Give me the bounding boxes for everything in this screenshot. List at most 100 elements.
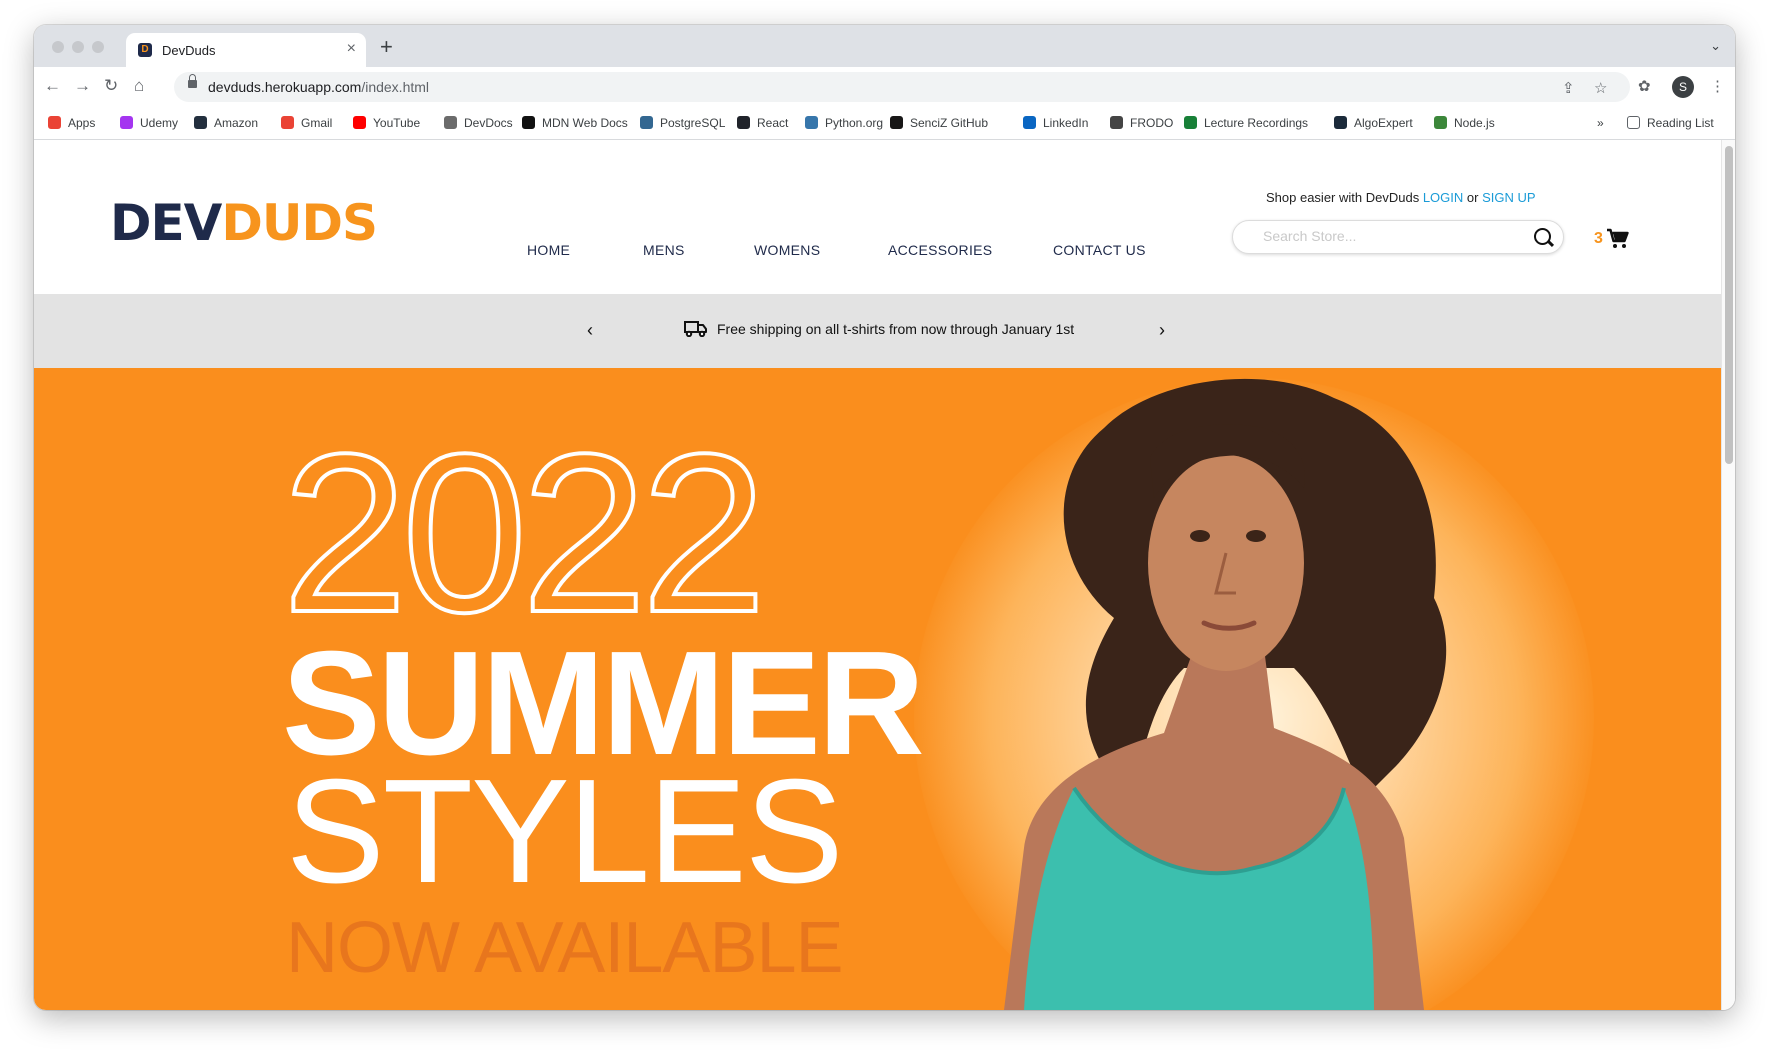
close-window-button[interactable] bbox=[52, 41, 64, 53]
truck-icon bbox=[684, 321, 707, 337]
minimize-window-button[interactable] bbox=[72, 41, 84, 53]
maximize-window-button[interactable] bbox=[92, 41, 104, 53]
url-host: devduds.herokuapp.com bbox=[208, 79, 362, 95]
bookmark-favicon-icon bbox=[1434, 116, 1447, 129]
bookmark-label: Udemy bbox=[140, 116, 179, 130]
bookmark-favicon-icon bbox=[281, 116, 294, 129]
hero-now-available: NOW AVAILABLE bbox=[286, 908, 844, 988]
promo-banner: ‹ Free shipping on all t-shirts from now… bbox=[34, 294, 1721, 368]
kebab-menu-icon[interactable]: ⋮ bbox=[1710, 77, 1725, 95]
bookmark-favicon-icon bbox=[522, 116, 535, 129]
bookmark-favicon-icon bbox=[1184, 116, 1197, 129]
reload-icon[interactable]: ↻ bbox=[104, 76, 118, 96]
logo-duds-text: DUDS bbox=[221, 194, 378, 252]
bookmark-item[interactable]: Node.js bbox=[1434, 116, 1495, 130]
signup-link[interactable]: SIGN UP bbox=[1482, 190, 1535, 205]
banner-prev-arrow-icon[interactable]: ‹ bbox=[587, 320, 593, 341]
reading-list-button[interactable]: Reading List bbox=[1627, 116, 1714, 130]
bookmark-item[interactable]: DevDocs bbox=[444, 116, 513, 130]
home-icon[interactable]: ⌂ bbox=[134, 76, 144, 96]
bookmark-favicon-icon bbox=[1023, 116, 1036, 129]
bookmark-item[interactable]: LinkedIn bbox=[1023, 116, 1088, 130]
or-text: or bbox=[1466, 190, 1479, 205]
new-tab-icon[interactable]: + bbox=[380, 34, 393, 60]
bookmark-item[interactable]: PostgreSQL bbox=[640, 116, 725, 130]
url-path: /index.html bbox=[361, 79, 430, 95]
bookmark-label: Amazon bbox=[214, 116, 259, 130]
bookmark-item[interactable]: Gmail bbox=[281, 116, 332, 130]
bookmark-label: Gmail bbox=[301, 116, 333, 130]
bookmark-label: Node.js bbox=[1454, 116, 1495, 130]
bookmark-item[interactable]: Apps bbox=[48, 116, 95, 130]
nav-contact-us[interactable]: CONTACT US bbox=[1053, 242, 1146, 258]
forward-arrow-icon[interactable]: → bbox=[74, 76, 91, 96]
profile-avatar[interactable]: S bbox=[1672, 76, 1694, 98]
tab-title: DevDuds bbox=[162, 43, 216, 58]
hero-section: 2022 SUMMER STYLES NOW AVAILABLE bbox=[34, 368, 1721, 1010]
bookmark-item[interactable]: YouTube bbox=[353, 116, 420, 130]
login-link[interactable]: LOGIN bbox=[1423, 190, 1463, 205]
bookmark-item[interactable]: Udemy bbox=[120, 116, 178, 130]
browser-toolbar: ← → ↻ ⌂ devduds.herokuapp.com/index.html… bbox=[34, 67, 1735, 107]
scrollbar-thumb[interactable] bbox=[1725, 146, 1733, 464]
bookmark-favicon-icon bbox=[1110, 116, 1123, 129]
search-input[interactable] bbox=[1261, 227, 1505, 245]
tab-strip: D DevDuds × + ⌄ bbox=[34, 25, 1735, 67]
bookmark-favicon-icon bbox=[120, 116, 133, 129]
bookmark-label: React bbox=[757, 116, 789, 130]
extension-bug-icon[interactable]: ✿ bbox=[1638, 77, 1651, 95]
bookmark-star-icon[interactable]: ☆ bbox=[1594, 79, 1607, 97]
bookmark-favicon-icon bbox=[640, 116, 653, 129]
page-scrollbar[interactable] bbox=[1721, 140, 1735, 1010]
devduds-favicon-icon: D bbox=[138, 43, 152, 57]
hero-styles: STYLES bbox=[286, 749, 844, 914]
close-tab-icon[interactable]: × bbox=[347, 40, 356, 58]
bookmark-label: Apps bbox=[68, 116, 96, 130]
nav-womens[interactable]: WOMENS bbox=[754, 242, 820, 258]
bookmark-item[interactable]: Lecture Recordings bbox=[1184, 116, 1308, 130]
bookmark-item[interactable]: MDN Web Docs bbox=[522, 116, 628, 130]
nav-home[interactable]: HOME bbox=[527, 242, 570, 258]
bookmark-label: FRODO bbox=[1130, 116, 1174, 130]
bookmark-favicon-icon bbox=[890, 116, 903, 129]
lock-icon bbox=[188, 74, 197, 88]
bookmark-label: MDN Web Docs bbox=[542, 116, 628, 130]
browser-window: D DevDuds × + ⌄ ← → ↻ ⌂ devduds.herokuap… bbox=[34, 25, 1735, 1010]
bookmark-label: PostgreSQL bbox=[660, 116, 726, 130]
bookmark-favicon-icon bbox=[1334, 116, 1347, 129]
bookmark-favicon-icon bbox=[805, 116, 818, 129]
bookmarks-bar: » Reading List Apps Udemy Amazon Gmail YouTu… bbox=[34, 107, 1735, 140]
browser-tab[interactable]: D DevDuds × bbox=[126, 33, 366, 67]
tab-search-chevron-icon[interactable]: ⌄ bbox=[1710, 38, 1721, 54]
back-arrow-icon[interactable]: ← bbox=[44, 76, 61, 96]
shopping-cart-icon bbox=[1607, 228, 1629, 248]
bookmark-item[interactable]: Amazon bbox=[194, 116, 258, 130]
bookmark-item[interactable]: SenciZ GitHub bbox=[890, 116, 988, 130]
banner-message: Free shipping on all t-shirts from now t… bbox=[717, 321, 1075, 337]
model-photo bbox=[1004, 378, 1447, 1010]
url-text: devduds.herokuapp.com/index.html bbox=[208, 79, 429, 95]
bookmark-favicon-icon bbox=[353, 116, 366, 129]
bookmark-item[interactable]: FRODO bbox=[1110, 116, 1173, 130]
bookmarks-overflow-button[interactable]: » bbox=[1597, 116, 1604, 130]
login-prompt-text: Shop easier with DevDuds bbox=[1266, 190, 1420, 205]
nav-mens[interactable]: MENS bbox=[643, 242, 685, 258]
reading-list-icon bbox=[1627, 116, 1640, 129]
bookmark-item[interactable]: React bbox=[737, 116, 788, 130]
hero-year: 2022 bbox=[280, 406, 769, 659]
bookmark-label: AlgoExpert bbox=[1354, 116, 1413, 130]
bookmark-label: DevDocs bbox=[464, 116, 513, 130]
banner-next-arrow-icon[interactable]: › bbox=[1159, 320, 1165, 341]
devduds-logo[interactable]: DEVDUDS bbox=[110, 198, 378, 248]
share-icon[interactable]: ⇪ bbox=[1562, 79, 1575, 97]
address-bar[interactable]: devduds.herokuapp.com/index.html ⇪ ☆ bbox=[174, 72, 1630, 102]
bookmark-favicon-icon bbox=[194, 116, 207, 129]
search-icon[interactable] bbox=[1534, 228, 1551, 245]
nav-accessories[interactable]: ACCESSORIES bbox=[888, 242, 992, 258]
bookmark-item[interactable]: AlgoExpert bbox=[1334, 116, 1413, 130]
bookmark-item[interactable]: Python.org bbox=[805, 116, 883, 130]
bookmark-label: SenciZ GitHub bbox=[910, 116, 989, 130]
login-prompt: Shop easier with DevDuds LOGIN or SIGN U… bbox=[1266, 190, 1536, 205]
reading-list-label: Reading List bbox=[1647, 116, 1714, 130]
cart-count: 3 bbox=[1594, 230, 1603, 247]
